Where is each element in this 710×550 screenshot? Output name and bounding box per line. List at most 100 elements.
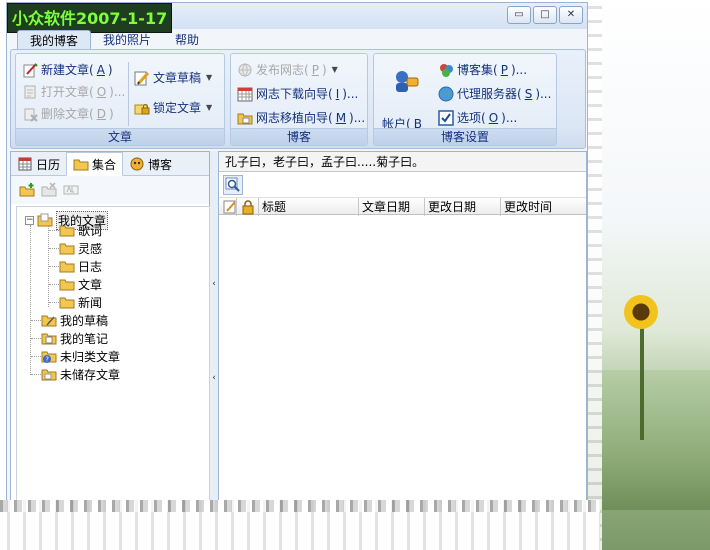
delete-folder-icon[interactable] xyxy=(41,182,57,198)
folder-icon xyxy=(59,294,75,310)
delete-article-button[interactable]: 删除文章(D) xyxy=(22,104,114,124)
new-article-icon xyxy=(22,62,38,78)
collapse-icon[interactable]: − xyxy=(25,215,34,225)
blog-icon xyxy=(129,156,145,172)
collection-panel: 日历 集合 博客 − 我的文章 歌词 灵感 日志 文章 新闻 我的草稿 我的笔记… xyxy=(10,151,210,511)
tree-line xyxy=(49,248,59,249)
window-controls: ▭ □ ✕ xyxy=(507,6,583,24)
close-button[interactable]: ✕ xyxy=(559,6,583,24)
torn-edge-right xyxy=(588,0,602,550)
folder-icon xyxy=(59,240,75,256)
maximize-button[interactable]: □ xyxy=(533,6,557,24)
column-article-date[interactable]: 文章日期 xyxy=(359,198,425,216)
account-icon xyxy=(392,68,420,94)
chevron-down-icon: ▼ xyxy=(206,73,213,82)
column-modified-time[interactable]: 更改时间 xyxy=(501,198,586,216)
column-title[interactable]: 标题 xyxy=(259,198,359,216)
sunflower-stem xyxy=(640,320,644,440)
tree-line xyxy=(49,302,59,303)
notes-folder-icon xyxy=(41,330,57,346)
proxy-server-button[interactable]: 代理服务器(S)... xyxy=(438,84,551,104)
download-wizard-button[interactable]: 网志下载向导(I)... xyxy=(237,84,358,104)
question-folder-icon: ? xyxy=(41,348,57,364)
publish-blog-button[interactable]: 发布网志(P) ▼ xyxy=(237,60,338,80)
article-list-panel: 孔子曰，老子曰，孟子曰.....菊子曰。 标题 文章日期 更改日期 更改时间 xyxy=(218,151,587,511)
draft-folder-icon xyxy=(41,312,57,328)
tab-collection[interactable]: 集合 xyxy=(66,152,124,176)
blog-collection-button[interactable]: 博客集(P)... xyxy=(438,60,527,80)
search-button[interactable] xyxy=(223,175,243,195)
app-window: ▭ □ ✕ 小众软件2007-1-17 我的博客 我的照片 帮助 新建文章(A)… xyxy=(6,2,588,511)
lock-article-button[interactable]: 锁定文章 ▼ xyxy=(134,98,212,118)
column-draft[interactable] xyxy=(219,198,237,216)
unsaved-folder-icon xyxy=(41,366,57,382)
tree-node-my-drafts[interactable]: 我的草稿 xyxy=(41,311,108,329)
migrate-wizard-button[interactable]: 网志移植向导(M)... xyxy=(237,108,365,128)
pencil-icon xyxy=(134,70,150,86)
tab-calendar[interactable]: 日历 xyxy=(11,152,66,176)
chevron-down-icon: ▼ xyxy=(206,103,213,112)
search-icon xyxy=(225,177,241,193)
rename-icon[interactable] xyxy=(63,182,79,198)
lock-icon xyxy=(240,199,256,215)
tree-node-articles[interactable]: 文章 xyxy=(59,275,102,293)
tree-node-diary[interactable]: 日志 xyxy=(59,257,102,275)
delete-article-icon xyxy=(22,106,38,122)
tree-node-uncategorized[interactable]: ? 未归类文章 xyxy=(41,347,120,365)
tree-node-unsaved[interactable]: 未储存文章 xyxy=(41,365,120,383)
tree-node-news[interactable]: 新闻 xyxy=(59,293,102,311)
collapse-left-icon[interactable]: ‹ xyxy=(211,279,217,289)
tree-line xyxy=(30,225,31,375)
checklist-icon xyxy=(438,110,454,126)
tree-node-inspiration[interactable]: 灵感 xyxy=(59,239,102,257)
group-blog: 发布网志(P) ▼ 网志下载向导(I)... 网志移植向导(M)... 博客 xyxy=(230,53,368,146)
tab-my-photos[interactable]: 我的照片 xyxy=(91,30,163,50)
tab-blog[interactable]: 博客 xyxy=(123,152,178,176)
options-button[interactable]: 选项(O)... xyxy=(438,108,517,128)
tree-line xyxy=(31,374,41,375)
collapse-left-icon[interactable]: ‹ xyxy=(211,373,217,383)
tree-node-my-notes[interactable]: 我的笔记 xyxy=(41,329,108,347)
folder-migrate-icon xyxy=(237,110,253,126)
column-lock[interactable] xyxy=(237,198,259,216)
tree-line xyxy=(49,284,59,285)
tree-line xyxy=(31,356,41,357)
ribbon: 新建文章(A) 打开文章(O)... 删除文章(D) 文章草稿 ▼ 锁定文… xyxy=(10,49,586,149)
tab-help[interactable]: 帮助 xyxy=(163,30,211,50)
folder-icon xyxy=(59,276,75,292)
group-separator xyxy=(128,62,129,126)
draft-column-icon xyxy=(222,199,236,215)
blog-collection-icon xyxy=(438,62,454,78)
chevron-down-icon: ▼ xyxy=(331,65,338,74)
open-article-icon xyxy=(22,84,38,100)
sunflower-icon xyxy=(624,295,658,329)
article-grid-header: 标题 文章日期 更改日期 更改时间 xyxy=(219,197,586,216)
grass-field xyxy=(588,370,710,510)
group-caption-article: 文章 xyxy=(16,128,224,145)
tree-node-lyrics[interactable]: 歌词 xyxy=(59,221,102,239)
minimize-button[interactable]: ▭ xyxy=(507,6,531,24)
group-caption-blog: 博客 xyxy=(231,128,367,145)
title-watermark: 小众软件2007-1-17 xyxy=(7,3,173,33)
tab-my-blog[interactable]: 我的博客 xyxy=(17,30,92,50)
tree-toolbar xyxy=(11,176,209,204)
new-folder-icon[interactable] xyxy=(19,182,35,198)
column-modified-date[interactable]: 更改日期 xyxy=(425,198,501,216)
tree-line xyxy=(31,338,41,339)
open-folder-icon xyxy=(37,212,53,228)
desktop-background xyxy=(588,0,710,550)
article-draft-button[interactable]: 文章草稿 ▼ xyxy=(134,68,212,88)
open-article-button[interactable]: 打开文章(O)... xyxy=(22,82,125,102)
new-article-button[interactable]: 新建文章(A) xyxy=(22,60,113,80)
collection-tree: − 我的文章 歌词 灵感 日志 文章 新闻 我的草稿 我的笔记 ? 未归类文章 … xyxy=(16,206,210,506)
torn-edge-bottom xyxy=(0,500,600,550)
calendar-icon xyxy=(17,156,33,172)
tree-line xyxy=(49,230,59,231)
lock-article-icon xyxy=(134,100,150,116)
tree-line xyxy=(31,320,41,321)
panel-splitter[interactable]: ‹ ‹ xyxy=(210,151,218,511)
globe-publish-icon xyxy=(237,62,253,78)
tree-line xyxy=(49,266,59,267)
globe-icon xyxy=(438,86,454,102)
calendar-grid-icon xyxy=(237,86,253,102)
